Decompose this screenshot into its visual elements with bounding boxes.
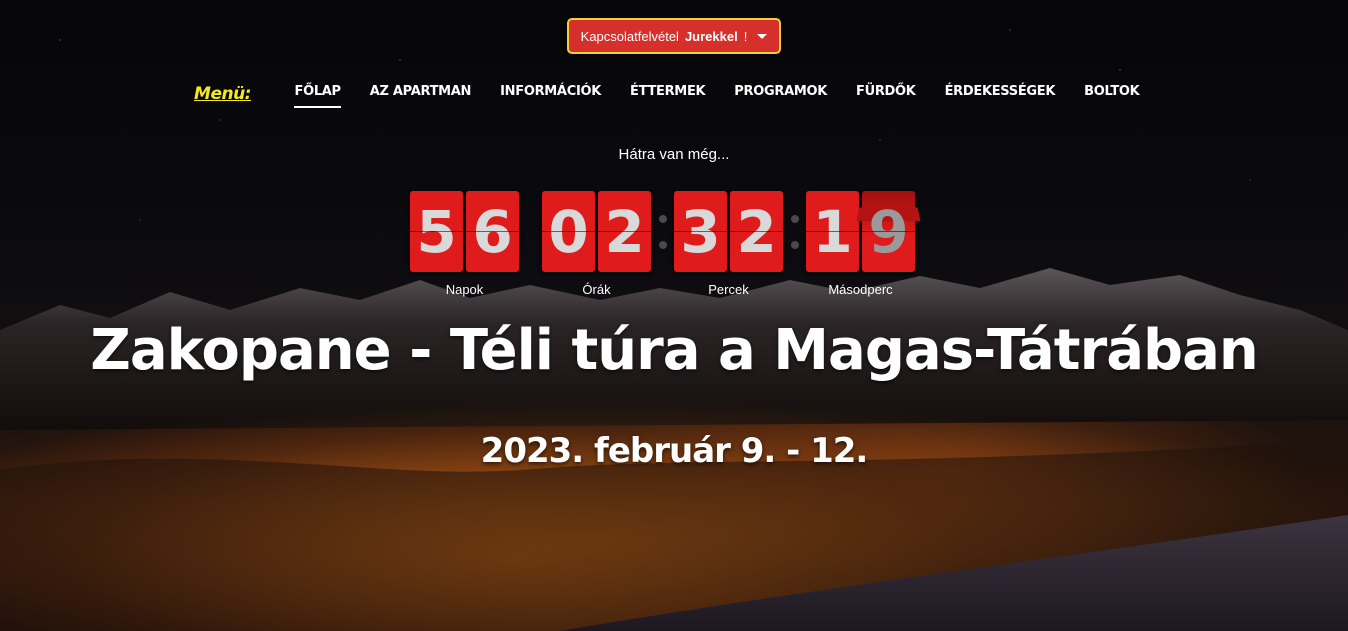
nav-item-boltok[interactable]: BOLTOK bbox=[1084, 80, 1140, 108]
event-date: 2023. február 9. - 12. bbox=[480, 431, 869, 471]
countdown-group-seconds: 1 9 Másodperc bbox=[806, 191, 921, 297]
countdown-unit-label: Másodperc bbox=[828, 282, 893, 297]
nav-item-folap[interactable]: FŐLAP bbox=[294, 80, 342, 108]
main-navigation: Menü: FŐLAP AZ APARTMAN INFORMÁCIÓK ÉTTE… bbox=[0, 80, 1348, 108]
countdown-unit-label: Percek bbox=[708, 282, 749, 297]
countdown-digit: 2 bbox=[730, 191, 783, 272]
contact-button-name: Jurekkel bbox=[684, 28, 738, 44]
countdown-group-hours: 0 2 Órák bbox=[542, 191, 651, 297]
countdown-colon-separator bbox=[651, 191, 674, 272]
nav-item-az-apartman[interactable]: AZ APARTMAN bbox=[370, 80, 472, 108]
contact-button-suffix: ! bbox=[743, 28, 748, 44]
countdown-digit: 5 bbox=[410, 191, 463, 272]
countdown-digit: 6 bbox=[466, 191, 519, 272]
countdown-digit-flipping: 9 bbox=[856, 191, 921, 272]
countdown-digit-value: 9 bbox=[868, 197, 909, 266]
countdown-timer: 5 6 Napok 0 2 Órák 3 2 Percek 1 9 Másodp… bbox=[410, 191, 921, 297]
countdown-group-days: 5 6 Napok bbox=[410, 191, 519, 297]
countdown-unit-label: Órák bbox=[582, 282, 611, 297]
countdown-digit: 2 bbox=[598, 191, 651, 272]
countdown-separator bbox=[519, 191, 542, 272]
countdown-digit: 3 bbox=[674, 191, 727, 272]
countdown-group-minutes: 3 2 Percek bbox=[674, 191, 783, 297]
countdown-digit: 1 bbox=[806, 191, 859, 272]
countdown-colon-separator bbox=[783, 191, 806, 272]
nav-item-informaciok[interactable]: INFORMÁCIÓK bbox=[500, 80, 601, 108]
countdown-lead-text: Hátra van még... bbox=[618, 146, 730, 163]
nav-item-furdok[interactable]: FÜRDŐK bbox=[856, 80, 916, 108]
countdown-unit-label: Napok bbox=[445, 282, 484, 297]
menu-label: Menü: bbox=[194, 84, 251, 104]
caret-down-icon bbox=[757, 33, 768, 39]
contact-dropdown-button[interactable]: Kapcsolatfelvétel Jurekkel ! bbox=[566, 18, 782, 54]
nav-item-programok[interactable]: PROGRAMOK bbox=[734, 80, 827, 108]
page-title: Zakopane - Téli túra a Magas-Tátrában bbox=[90, 318, 1258, 383]
contact-button-label: Kapcsolatfelvétel bbox=[580, 28, 679, 44]
nav-item-ettermek[interactable]: ÉTTERMEK bbox=[630, 80, 706, 108]
countdown-digit: 0 bbox=[542, 191, 595, 272]
nav-item-erdekessegek[interactable]: ÉRDEKESSÉGEK bbox=[945, 80, 1056, 108]
